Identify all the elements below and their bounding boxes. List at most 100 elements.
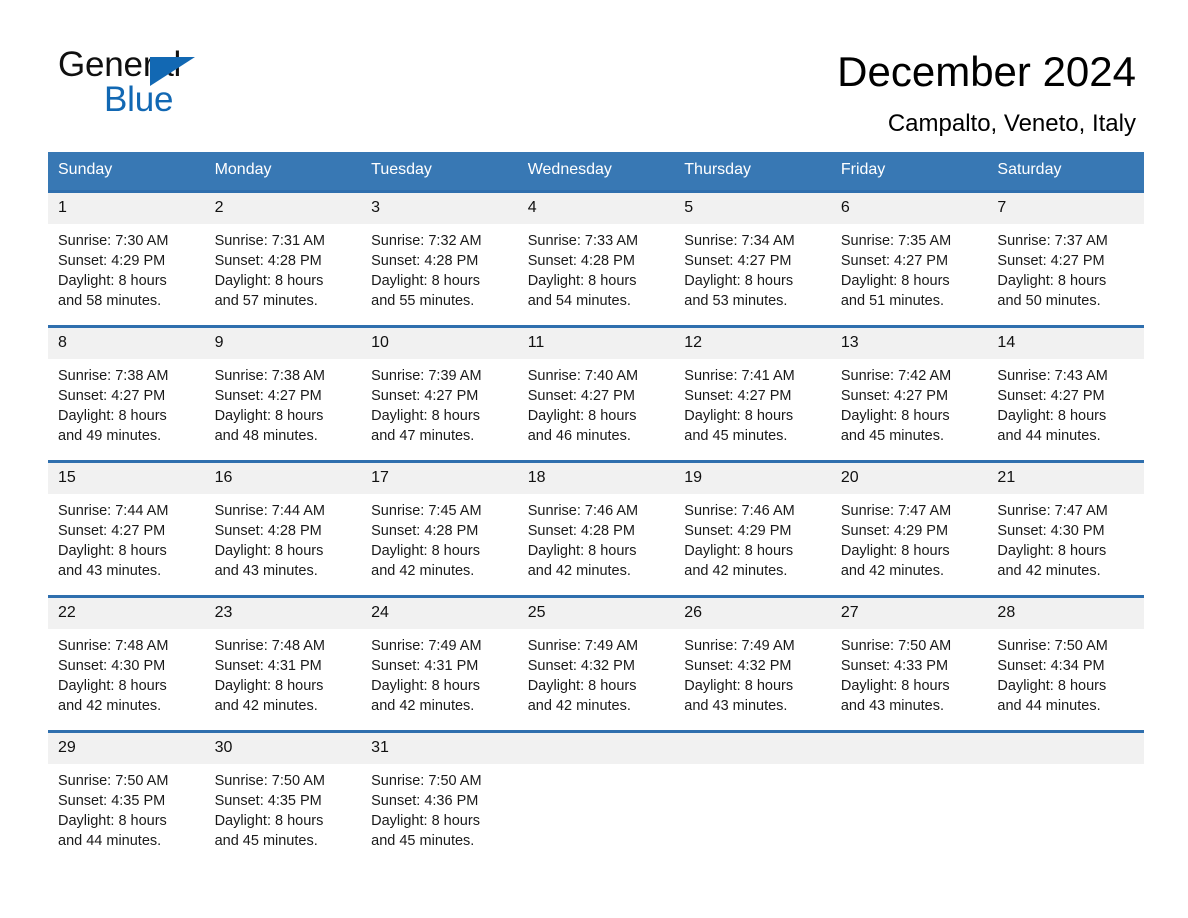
day-details: Sunrise: 7:50 AM Sunset: 4:35 PM Dayligh… xyxy=(48,764,205,851)
page-title: December 2024 xyxy=(837,48,1136,95)
day-details: Sunrise: 7:38 AM Sunset: 4:27 PM Dayligh… xyxy=(48,359,205,446)
day-number: 29 xyxy=(48,733,205,764)
day-cell[interactable]: 8 Sunrise: 7:38 AM Sunset: 4:27 PM Dayli… xyxy=(48,328,205,460)
day-number: 31 xyxy=(361,733,518,764)
daylight-text-line1: Daylight: 8 hours xyxy=(371,408,480,424)
day-details: Sunrise: 7:44 AM Sunset: 4:27 PM Dayligh… xyxy=(48,494,205,581)
day-cell[interactable]: 13 Sunrise: 7:42 AM Sunset: 4:27 PM Dayl… xyxy=(830,328,988,460)
daylight-text-line2: and 58 minutes. xyxy=(58,293,162,309)
sunrise-text: Sunrise: 7:46 AM xyxy=(527,503,639,519)
day-cell[interactable]: 14 Sunrise: 7:43 AM Sunset: 4:27 PM Dayl… xyxy=(987,328,1144,460)
day-cell[interactable]: 26 Sunrise: 7:49 AM Sunset: 4:32 PM Dayl… xyxy=(674,598,831,730)
day-cell[interactable]: 20 Sunrise: 7:47 AM Sunset: 4:29 PM Dayl… xyxy=(830,463,988,595)
daylight-text-line2: and 50 minutes. xyxy=(997,293,1101,309)
week-row: 15 Sunrise: 7:44 AM Sunset: 4:27 PM Dayl… xyxy=(48,460,1144,595)
day-cell[interactable]: 11 Sunrise: 7:40 AM Sunset: 4:27 PM Dayl… xyxy=(517,328,675,460)
day-cell[interactable]: 31 Sunrise: 7:50 AM Sunset: 4:36 PM Dayl… xyxy=(361,733,518,865)
weekday-header-sunday: Sunday xyxy=(58,161,113,178)
weekday-header-tuesday: Tuesday xyxy=(371,161,432,178)
weekday-header-monday: Monday xyxy=(214,161,272,178)
daylight-text-line1: Daylight: 8 hours xyxy=(997,273,1107,289)
day-cell[interactable]: 2 Sunrise: 7:31 AM Sunset: 4:28 PM Dayli… xyxy=(204,193,362,325)
daylight-text-line1: Daylight: 8 hours xyxy=(58,543,167,559)
day-cell[interactable]: 30 Sunrise: 7:50 AM Sunset: 4:35 PM Dayl… xyxy=(204,733,362,865)
day-cell[interactable]: 23 Sunrise: 7:48 AM Sunset: 4:31 PM Dayl… xyxy=(204,598,362,730)
sunrise-text: Sunrise: 7:48 AM xyxy=(58,638,169,654)
daylight-text-line2: and 42 minutes. xyxy=(371,698,475,714)
daylight-text-line2: and 45 minutes. xyxy=(840,428,945,444)
masthead: General Blue December 2024 Campalto, Ven… xyxy=(0,0,1188,152)
daylight-text-line1: Daylight: 8 hours xyxy=(684,273,794,289)
daylight-text-line1: Daylight: 8 hours xyxy=(371,543,480,559)
day-cell[interactable]: 29 Sunrise: 7:50 AM Sunset: 4:35 PM Dayl… xyxy=(48,733,205,865)
sunrise-text: Sunrise: 7:50 AM xyxy=(58,773,169,789)
sunset-text: Sunset: 4:27 PM xyxy=(527,388,635,404)
day-number: 5 xyxy=(674,193,831,224)
sunrise-text: Sunrise: 7:50 AM xyxy=(371,773,482,789)
day-details: Sunrise: 7:38 AM Sunset: 4:27 PM Dayligh… xyxy=(205,359,362,446)
day-cell[interactable]: 10 Sunrise: 7:39 AM Sunset: 4:27 PM Dayl… xyxy=(361,328,518,460)
daylight-text-line2: and 45 minutes. xyxy=(214,833,318,849)
day-cell[interactable]: 18 Sunrise: 7:46 AM Sunset: 4:28 PM Dayl… xyxy=(517,463,675,595)
day-cell[interactable]: 27 Sunrise: 7:50 AM Sunset: 4:33 PM Dayl… xyxy=(830,598,988,730)
day-cell[interactable]: 21 Sunrise: 7:47 AM Sunset: 4:30 PM Dayl… xyxy=(987,463,1144,595)
daylight-text-line2: and 44 minutes. xyxy=(58,833,162,849)
sunset-text: Sunset: 4:35 PM xyxy=(214,793,322,809)
day-cell[interactable]: 24 Sunrise: 7:49 AM Sunset: 4:31 PM Dayl… xyxy=(361,598,518,730)
day-number: 14 xyxy=(987,328,1144,359)
sunset-text: Sunset: 4:28 PM xyxy=(371,253,479,269)
day-cell[interactable]: 17 Sunrise: 7:45 AM Sunset: 4:28 PM Dayl… xyxy=(361,463,518,595)
sunrise-text: Sunrise: 7:34 AM xyxy=(684,233,795,249)
day-details: Sunrise: 7:47 AM Sunset: 4:30 PM Dayligh… xyxy=(987,494,1144,581)
daylight-text-line1: Daylight: 8 hours xyxy=(371,813,480,829)
sunrise-text: Sunrise: 7:44 AM xyxy=(58,503,169,519)
daylight-text-line1: Daylight: 8 hours xyxy=(997,543,1107,559)
day-number: 12 xyxy=(674,328,831,359)
day-cell[interactable]: 6 Sunrise: 7:35 AM Sunset: 4:27 PM Dayli… xyxy=(830,193,988,325)
daylight-text-line1: Daylight: 8 hours xyxy=(58,273,167,289)
day-cell[interactable]: 16 Sunrise: 7:44 AM Sunset: 4:28 PM Dayl… xyxy=(204,463,362,595)
daylight-text-line2: and 57 minutes. xyxy=(214,293,318,309)
daylight-text-line2: and 44 minutes. xyxy=(997,428,1101,444)
day-cell[interactable]: 15 Sunrise: 7:44 AM Sunset: 4:27 PM Dayl… xyxy=(48,463,205,595)
daylight-text-line1: Daylight: 8 hours xyxy=(214,543,324,559)
sunrise-text: Sunrise: 7:49 AM xyxy=(684,638,795,654)
day-number: 24 xyxy=(361,598,518,629)
daylight-text-line2: and 42 minutes. xyxy=(527,563,631,579)
daylight-text-line1: Daylight: 8 hours xyxy=(840,273,950,289)
day-details: Sunrise: 7:40 AM Sunset: 4:27 PM Dayligh… xyxy=(518,359,675,446)
sunset-text: Sunset: 4:28 PM xyxy=(527,523,635,539)
day-details: Sunrise: 7:49 AM Sunset: 4:32 PM Dayligh… xyxy=(518,629,675,716)
day-number: 15 xyxy=(48,463,205,494)
day-cell[interactable]: 4 Sunrise: 7:33 AM Sunset: 4:28 PM Dayli… xyxy=(517,193,675,325)
day-details: Sunrise: 7:49 AM Sunset: 4:31 PM Dayligh… xyxy=(361,629,518,716)
day-cell[interactable]: 9 Sunrise: 7:38 AM Sunset: 4:27 PM Dayli… xyxy=(204,328,362,460)
day-number: 11 xyxy=(517,328,675,359)
day-cell[interactable]: 12 Sunrise: 7:41 AM Sunset: 4:27 PM Dayl… xyxy=(674,328,831,460)
sunrise-text: Sunrise: 7:31 AM xyxy=(214,233,325,249)
day-cell[interactable]: 19 Sunrise: 7:46 AM Sunset: 4:29 PM Dayl… xyxy=(674,463,831,595)
daylight-text-line1: Daylight: 8 hours xyxy=(684,678,794,694)
day-number xyxy=(830,733,988,764)
day-cell[interactable]: 28 Sunrise: 7:50 AM Sunset: 4:34 PM Dayl… xyxy=(987,598,1144,730)
daylight-text-line1: Daylight: 8 hours xyxy=(58,408,167,424)
day-cell[interactable]: 25 Sunrise: 7:49 AM Sunset: 4:32 PM Dayl… xyxy=(517,598,675,730)
day-number: 3 xyxy=(361,193,518,224)
day-cell[interactable]: 5 Sunrise: 7:34 AM Sunset: 4:27 PM Dayli… xyxy=(674,193,831,325)
day-cell[interactable]: 1 Sunrise: 7:30 AM Sunset: 4:29 PM Dayli… xyxy=(48,193,205,325)
day-cell-empty xyxy=(987,733,1144,865)
day-cell-empty xyxy=(517,733,675,865)
sunrise-text: Sunrise: 7:33 AM xyxy=(527,233,639,249)
general-blue-logo: General Blue xyxy=(56,44,256,120)
day-number: 20 xyxy=(830,463,988,494)
daylight-text-line2: and 42 minutes. xyxy=(527,698,631,714)
day-details: Sunrise: 7:44 AM Sunset: 4:28 PM Dayligh… xyxy=(205,494,362,581)
day-cell[interactable]: 7 Sunrise: 7:37 AM Sunset: 4:27 PM Dayli… xyxy=(987,193,1144,325)
week-row: 1 Sunrise: 7:30 AM Sunset: 4:29 PM Dayli… xyxy=(48,190,1144,325)
daylight-text-line2: and 55 minutes. xyxy=(371,293,475,309)
day-cell[interactable]: 3 Sunrise: 7:32 AM Sunset: 4:28 PM Dayli… xyxy=(361,193,518,325)
daylight-text-line1: Daylight: 8 hours xyxy=(527,408,637,424)
day-number: 30 xyxy=(204,733,362,764)
day-cell[interactable]: 22 Sunrise: 7:48 AM Sunset: 4:30 PM Dayl… xyxy=(48,598,205,730)
sunset-text: Sunset: 4:27 PM xyxy=(840,388,949,404)
